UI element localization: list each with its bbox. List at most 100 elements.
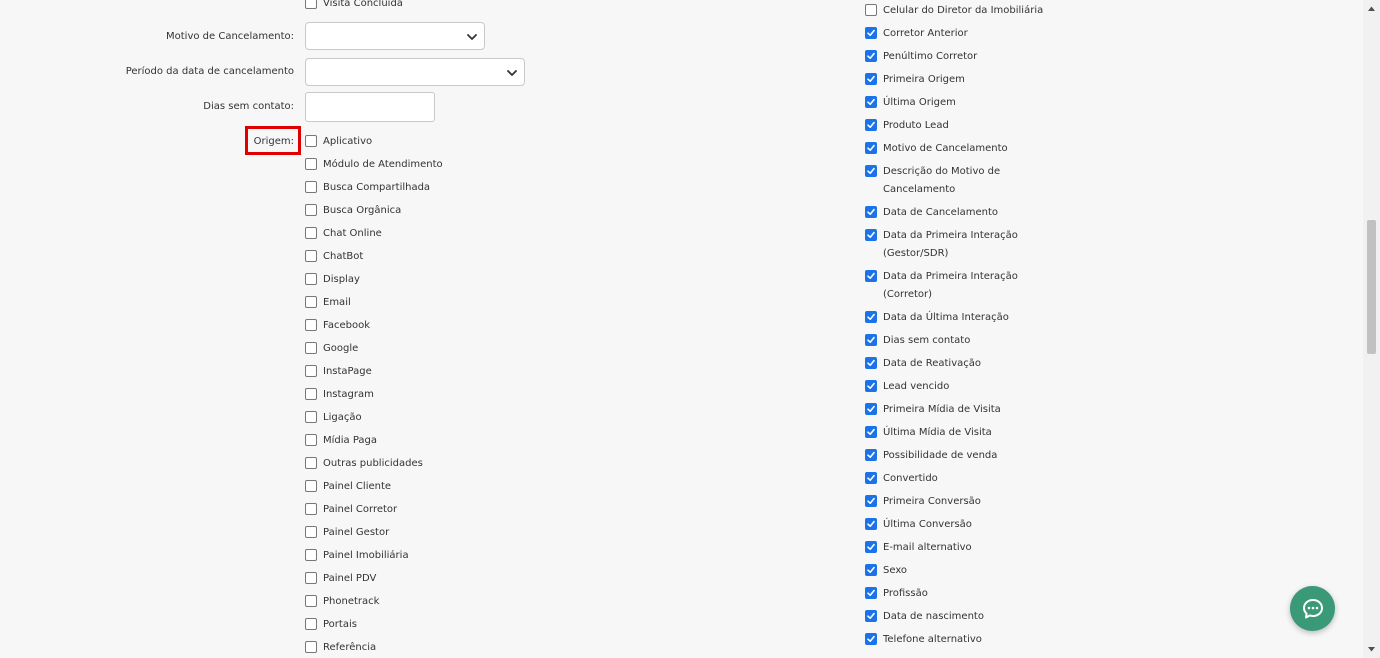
checkbox-box[interactable] [305, 549, 317, 561]
checkbox-box[interactable] [305, 411, 317, 423]
origin-option[interactable]: Aplicativo [305, 133, 372, 151]
checkbox-checked[interactable] [865, 587, 877, 599]
checkbox-box[interactable] [305, 319, 317, 331]
checkbox-checked[interactable] [865, 518, 877, 530]
origin-option[interactable]: Painel Corretor [305, 501, 397, 519]
checkbox-box[interactable] [305, 135, 317, 147]
column-option[interactable]: Data da Última Interação [865, 309, 1009, 327]
checkbox-box[interactable] [305, 342, 317, 354]
checkbox-box[interactable] [305, 0, 317, 9]
column-option[interactable]: Profissão [865, 585, 928, 603]
checkbox-box[interactable] [305, 204, 317, 216]
checkbox-checked[interactable] [865, 449, 877, 461]
origin-option[interactable]: Chat Online [305, 225, 382, 243]
checkbox-checked[interactable] [865, 334, 877, 346]
scroll-down-icon[interactable] [1367, 645, 1376, 654]
cancel-period-select[interactable] [305, 58, 525, 86]
checkbox-box[interactable] [305, 296, 317, 308]
days-no-contact-input[interactable] [305, 92, 435, 122]
checkbox-checked[interactable] [865, 27, 877, 39]
checkbox-box[interactable] [305, 273, 317, 285]
origin-option[interactable]: Ligação [305, 409, 362, 427]
column-option[interactable]: Data da Primeira Interação (Corretor) [865, 268, 1043, 304]
checkbox-checked[interactable] [865, 206, 877, 218]
checkbox-checked[interactable] [865, 229, 877, 241]
origin-option[interactable]: Busca Orgânica [305, 202, 401, 220]
origin-option[interactable]: Referência [305, 639, 376, 657]
column-option[interactable]: Penúltimo Corretor [865, 48, 977, 66]
checkbox-checked[interactable] [865, 426, 877, 438]
checkbox-box[interactable] [305, 480, 317, 492]
checkbox-box[interactable] [305, 618, 317, 630]
checkbox-checked[interactable] [865, 610, 877, 622]
checkbox-checked[interactable] [865, 73, 877, 85]
checkbox-box[interactable] [305, 250, 317, 262]
column-option[interactable]: Data de Cancelamento [865, 204, 998, 222]
checkbox-checked[interactable] [865, 311, 877, 323]
chat-button[interactable] [1290, 586, 1335, 631]
column-option[interactable]: Data de Reativação [865, 355, 981, 373]
origin-option[interactable]: Módulo de Atendimento [305, 156, 443, 174]
column-option[interactable]: E-mail alternativo [865, 539, 972, 557]
origin-option[interactable]: ChatBot [305, 248, 363, 266]
checkbox-box[interactable] [305, 503, 317, 515]
checkbox-box[interactable] [305, 595, 317, 607]
origin-option[interactable]: Instagram [305, 386, 374, 404]
checkbox-checked[interactable] [865, 357, 877, 369]
origin-option[interactable]: Portais [305, 616, 357, 634]
scroll-up-icon[interactable] [1367, 4, 1376, 13]
origin-option[interactable]: Painel Imobiliária [305, 547, 409, 565]
checkbox-box[interactable] [865, 4, 877, 16]
column-option[interactable]: Celular do Diretor da Imobiliária [865, 2, 1043, 20]
checkbox-checked[interactable] [865, 495, 877, 507]
origin-option[interactable]: Phonetrack [305, 593, 379, 611]
origin-option[interactable]: Painel Cliente [305, 478, 391, 496]
column-option[interactable]: Sexo [865, 562, 907, 580]
checkbox-checked[interactable] [865, 472, 877, 484]
origin-option[interactable]: Display [305, 271, 360, 289]
column-option[interactable]: Data de nascimento [865, 608, 984, 626]
checkbox-checked[interactable] [865, 633, 877, 645]
checkbox-box[interactable] [305, 526, 317, 538]
origin-option[interactable]: Facebook [305, 317, 370, 335]
checkbox-checked[interactable] [865, 541, 877, 553]
column-option[interactable]: Motivo de Cancelamento [865, 140, 1008, 158]
checkbox-box[interactable] [305, 365, 317, 377]
checkbox-checked[interactable] [865, 380, 877, 392]
checkbox-checked[interactable] [865, 165, 877, 177]
column-option[interactable]: Convertido [865, 470, 938, 488]
column-option[interactable]: Corretor Anterior [865, 25, 968, 43]
checkbox-checked[interactable] [865, 50, 877, 62]
column-option[interactable]: Data da Primeira Interação (Gestor/SDR) [865, 227, 1043, 263]
column-option[interactable]: Primeira Mídia de Visita [865, 401, 1001, 419]
checkbox-box[interactable] [305, 457, 317, 469]
origin-option[interactable]: InstaPage [305, 363, 372, 381]
checkbox-visita-concluida[interactable]: Visita Concluída [305, 0, 403, 13]
column-option[interactable]: Última Conversão [865, 516, 972, 534]
checkbox-box[interactable] [305, 641, 317, 653]
checkbox-checked[interactable] [865, 96, 877, 108]
checkbox-box[interactable] [305, 227, 317, 239]
column-option[interactable]: Produto Lead [865, 117, 949, 135]
checkbox-box[interactable] [305, 434, 317, 446]
column-option[interactable]: Primeira Origem [865, 71, 965, 89]
cancel-reason-select[interactable] [305, 22, 485, 50]
column-option[interactable]: Última Mídia de Visita [865, 424, 992, 442]
checkbox-box[interactable] [305, 572, 317, 584]
column-option[interactable]: Última Origem [865, 94, 956, 112]
origin-option[interactable]: Mídia Paga [305, 432, 377, 450]
column-option[interactable]: Descrição do Motivo de Cancelamento [865, 163, 1043, 199]
checkbox-box[interactable] [305, 388, 317, 400]
origin-option[interactable]: Busca Compartilhada [305, 179, 430, 197]
origin-option[interactable]: Email [305, 294, 351, 312]
origin-option[interactable]: Google [305, 340, 358, 358]
column-option[interactable]: Possibilidade de venda [865, 447, 997, 465]
scroll-thumb[interactable] [1367, 220, 1376, 354]
column-option[interactable]: Primeira Conversão [865, 493, 981, 511]
checkbox-checked[interactable] [865, 564, 877, 576]
checkbox-checked[interactable] [865, 270, 877, 282]
checkbox-box[interactable] [305, 158, 317, 170]
origin-option[interactable]: Painel Gestor [305, 524, 389, 542]
checkbox-checked[interactable] [865, 119, 877, 131]
checkbox-checked[interactable] [865, 142, 877, 154]
